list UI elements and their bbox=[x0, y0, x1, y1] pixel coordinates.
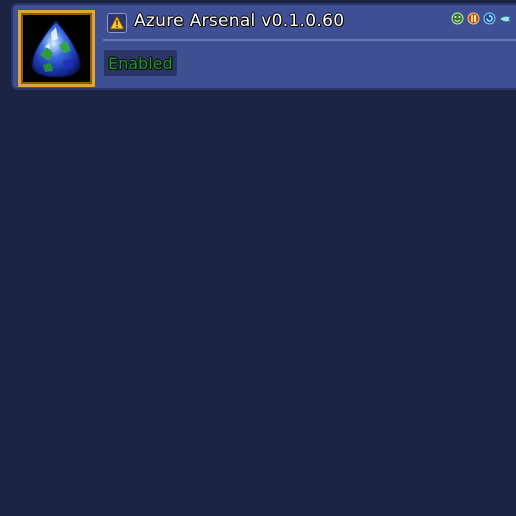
mod-side-icons bbox=[451, 10, 513, 25]
warning-icon[interactable] bbox=[107, 13, 127, 33]
status-label: Enabled bbox=[108, 53, 173, 73]
smile-icon[interactable] bbox=[451, 10, 464, 25]
title-divider bbox=[103, 39, 516, 41]
enable-toggle-button[interactable]: Enabled bbox=[104, 50, 177, 76]
mod-list-item[interactable]: Azure Arsenal v0.1.0.60 Enabled bbox=[11, 3, 516, 90]
client-server-icon[interactable] bbox=[467, 10, 480, 25]
mods-list-page: Azure Arsenal v0.1.0.60 Enabled bbox=[0, 0, 516, 516]
refresh-icon[interactable] bbox=[483, 10, 496, 25]
azure-gem-icon bbox=[31, 19, 81, 78]
wing-icon[interactable] bbox=[499, 10, 513, 23]
mod-icon bbox=[18, 10, 95, 87]
mod-title: Azure Arsenal v0.1.0.60 bbox=[134, 11, 345, 31]
